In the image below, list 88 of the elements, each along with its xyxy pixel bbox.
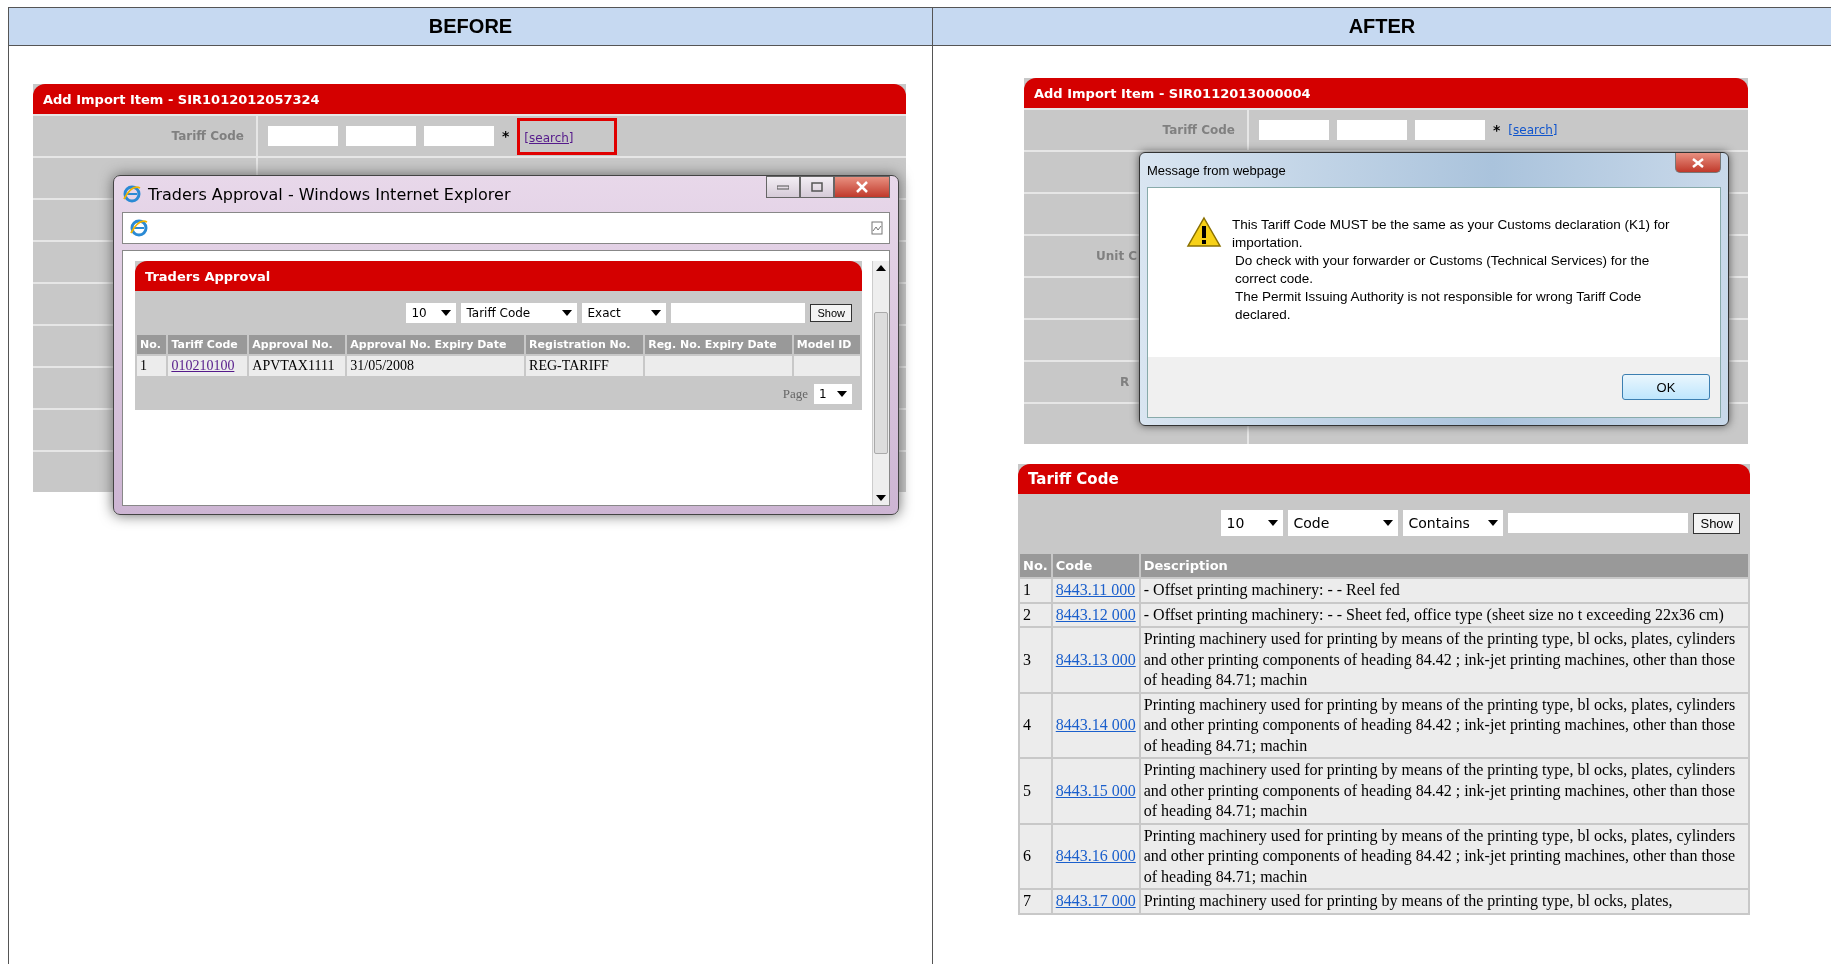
page-label: Page [782, 386, 808, 402]
input-field[interactable] [268, 126, 338, 146]
input-field[interactable] [346, 126, 416, 146]
warning-icon [1186, 216, 1222, 248]
dropdown[interactable]: Contains [1403, 510, 1504, 536]
input-field[interactable] [1337, 120, 1407, 140]
table-cell: Printing machinery used for printing by means of the printing type, bl ocks, plates, cylinders and other printing components of heading 84.42 ; ink-jet printing machines, other than those of heading 84.71; machin [1140, 824, 1748, 888]
caret-icon [651, 310, 662, 316]
table-cell: 7 [1020, 890, 1051, 913]
column-header: Description [1140, 554, 1748, 577]
table-cell: REG-TARIFF [526, 356, 644, 376]
dropdown[interactable]: Tariff Code [461, 303, 578, 323]
dropdown[interactable]: Code [1288, 510, 1399, 536]
table-cell: Printing machinery used for printing by means of the printing type, bl ocks, plates, cylinders and other printing components of heading 84.42 ; ink-jet printing machines, other than those of heading 84.71; machin [1140, 693, 1748, 757]
browser-icon [122, 184, 142, 204]
column-header: Registration No. [526, 335, 644, 354]
message-text: Do check with your forwarder or Customs (Technical Services) for the correct code. [1234, 252, 1651, 288]
table-cell: 3 [1020, 628, 1051, 692]
caret-icon [1488, 520, 1499, 526]
caret-icon [837, 391, 847, 397]
column-header: Model ID [793, 335, 860, 354]
panel-title: Traders Approval [135, 261, 862, 291]
caret-icon [441, 310, 452, 316]
required-mark: * [1493, 122, 1501, 138]
address-bar[interactable] [122, 212, 890, 244]
dropdown[interactable]: 10 [406, 303, 457, 323]
message-text: The Permit Issuing Authority is not responsible for wrong Tariff Code declared. [1234, 288, 1643, 324]
message-text: This Tariff Code MUST be the same as your Customs declaration (K1) for importation. [1232, 216, 1671, 252]
table-cell: 4 [1020, 693, 1051, 757]
search-link[interactable]: [search] [524, 130, 574, 145]
column-header: No. [137, 335, 167, 354]
panel-title: Tariff Code [1018, 464, 1750, 494]
table-cell: 2 [1020, 603, 1051, 626]
column-heading: BEFORE [8, 8, 932, 46]
table-cell: 31/05/2008 [347, 356, 525, 376]
table-cell: Printing machinery used for printing by means of the printing type, bl ocks, plates, [1140, 890, 1748, 913]
field-label: R [1120, 375, 1130, 389]
table-cell: 1 [1020, 579, 1051, 602]
search-field[interactable] [1508, 513, 1689, 533]
field-label: Tariff Code [1162, 123, 1235, 137]
table-cell: APVTAX1111 [249, 356, 346, 376]
dropdown[interactable]: 10 [1221, 510, 1284, 536]
search-link[interactable]: [search] [1508, 123, 1558, 137]
minimize-button[interactable] [766, 176, 800, 198]
panel-title: Add Import Item - SIR1012012057324 [33, 84, 906, 114]
column-header: Tariff Code [168, 335, 248, 354]
table-cell: 5 [1020, 759, 1051, 823]
dropdown[interactable]: 1 [814, 384, 852, 404]
table-cell: - Offset printing machinery: - - Reel fed [1140, 579, 1748, 602]
column-heading: AFTER [932, 8, 1831, 46]
caret-icon [562, 310, 573, 316]
panel-title: Add Import Item - SIR0112013000004 [1024, 78, 1748, 108]
table-cell: Printing machinery used for printing by means of the printing type, bl ocks, plates, cylinders and other printing components of heading 84.42 ; ink-jet printing machines, other than those of heading 84.71; machin [1140, 628, 1748, 692]
close-button[interactable] [834, 176, 890, 198]
minimize-icon [777, 184, 789, 190]
required-mark: * [502, 128, 510, 144]
scrollbar[interactable] [872, 261, 889, 505]
input-field[interactable] [1259, 120, 1329, 140]
column-header: Reg. No. Expiry Date [645, 335, 792, 354]
table-cell: 6 [1020, 824, 1051, 888]
column-header: No. [1020, 554, 1051, 577]
dialog-title: Message from webpage [1147, 162, 1286, 178]
show-button[interactable]: Show [1693, 512, 1740, 534]
browser-icon [129, 218, 149, 238]
input-field[interactable] [1415, 120, 1485, 140]
caret-icon [1383, 520, 1394, 526]
maximize-button[interactable] [800, 176, 834, 198]
show-button[interactable]: Show [810, 304, 852, 322]
caret-icon [1268, 520, 1279, 526]
ok-button[interactable]: OK [1622, 374, 1710, 400]
maximize-icon [811, 182, 823, 192]
table-cell: Printing machinery used for printing by means of the printing type, bl ocks, plates, cylinders and other printing components of heading 84.42 ; ink-jet printing machines, other than those of heading 84.71; machin [1140, 759, 1748, 823]
table-cell: - Offset printing machinery: - - Sheet fed, office type (sheet size no t exceeding 22x36 cm) [1140, 603, 1748, 626]
table-cell [793, 356, 860, 376]
close-button[interactable] [1675, 153, 1721, 173]
column-header: Approval No. [249, 335, 346, 354]
window-title: Traders Approval - Windows Internet Explorer [148, 184, 512, 204]
column-header: Approval No. Expiry Date [347, 335, 525, 354]
dropdown[interactable]: Exact [582, 303, 667, 323]
field-label: Tariff Code [171, 129, 244, 143]
table-cell: 1 [137, 356, 167, 376]
search-field[interactable] [671, 303, 806, 323]
column-header: Code [1052, 554, 1139, 577]
page-icon [871, 221, 883, 235]
close-icon [1692, 157, 1704, 168]
input-field[interactable] [424, 126, 494, 146]
close-icon [856, 181, 868, 193]
field-label: Unit C [1096, 249, 1138, 263]
